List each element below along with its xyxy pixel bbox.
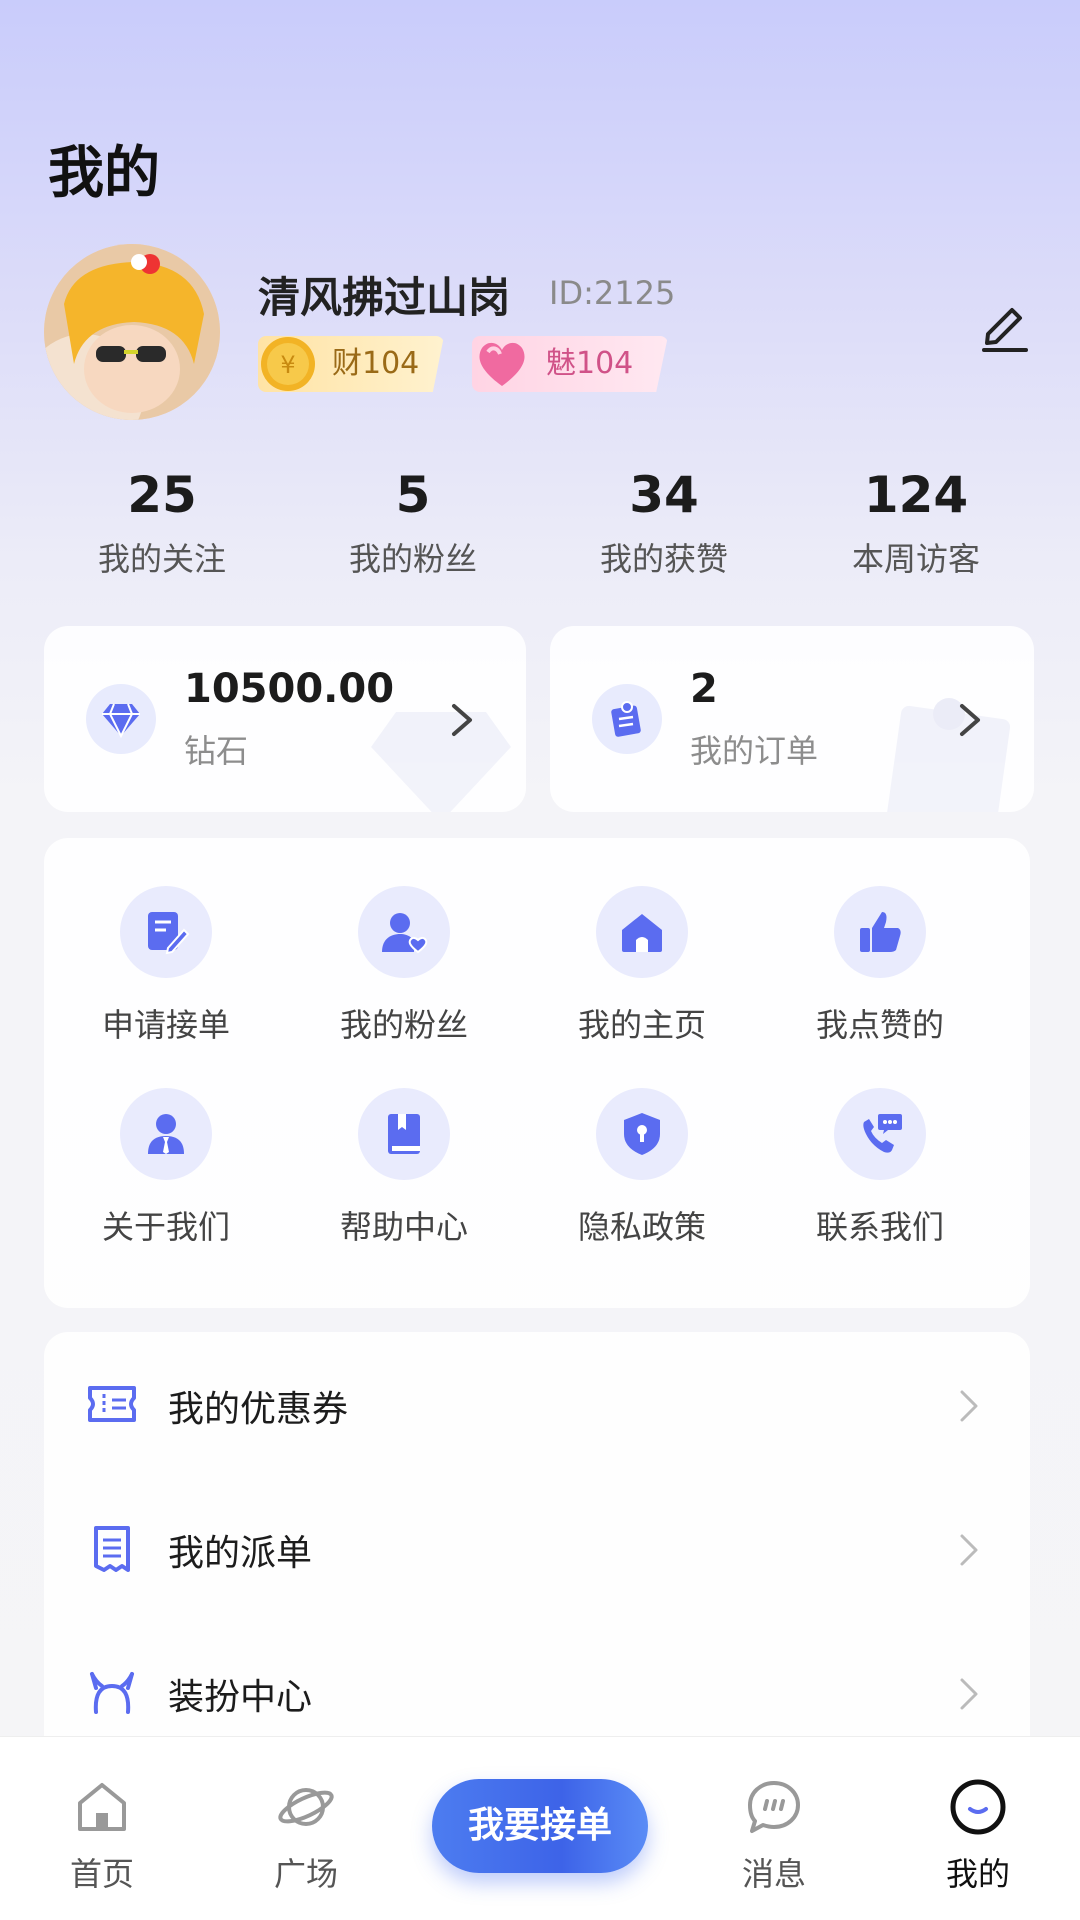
grid-my-homepage[interactable]: 我的主页 — [522, 886, 762, 1046]
list-item-dress-up[interactable]: 装扮中心 — [44, 1620, 1030, 1752]
list-item-label: 装扮中心 — [168, 1677, 313, 1718]
my-orders-card[interactable]: 2 我的订单 — [550, 626, 1034, 812]
svg-text:¥: ¥ — [280, 351, 295, 379]
stat-value: 25 — [127, 466, 197, 524]
diamond-icon — [86, 684, 156, 754]
stat-following[interactable]: 25 我的关注 — [42, 460, 282, 580]
profile-icon — [950, 1779, 1006, 1835]
list-item-label: 我的派单 — [168, 1533, 313, 1574]
tab-home[interactable]: 首页 — [22, 1777, 182, 1895]
help-book-icon — [358, 1088, 450, 1180]
charm-badge: 魅104 — [472, 336, 668, 392]
edit-profile-icon[interactable] — [974, 294, 1034, 354]
tab-label: 我的 — [945, 1855, 1010, 1893]
chevron-right-icon — [960, 704, 980, 736]
feature-grid: 申请接单 我的粉丝 我的主页 我点赞的 关于我们 帮助中心 隐私政策 联系我们 — [44, 838, 1030, 1308]
tab-mine[interactable]: 我的 — [898, 1777, 1058, 1895]
tab-label: 消息 — [741, 1855, 806, 1893]
stat-value: 34 — [629, 466, 699, 524]
stat-fans[interactable]: 5 我的粉丝 — [293, 460, 533, 580]
stat-likes[interactable]: 34 我的获赞 — [544, 460, 784, 580]
grid-label: 我的主页 — [577, 1006, 706, 1044]
list-item-coupons[interactable]: 我的优惠券 — [44, 1332, 1030, 1476]
charm-level: 魅104 — [546, 346, 634, 381]
order-watermark-icon — [886, 698, 1011, 812]
order-label: 我的订单 — [690, 732, 819, 770]
message-icon — [748, 1781, 800, 1833]
stats-row: 25 我的关注 5 我的粉丝 34 我的获赞 124 本周访客 — [0, 460, 1080, 590]
home-icon — [78, 1783, 126, 1831]
grid-apply-order[interactable]: 申请接单 — [46, 886, 286, 1046]
grid-label: 帮助中心 — [339, 1208, 468, 1246]
heart-icon — [479, 342, 525, 386]
stat-label: 我的关注 — [97, 540, 226, 578]
grid-label: 隐私政策 — [577, 1208, 706, 1246]
avatar[interactable] — [44, 244, 220, 420]
about-us-icon — [120, 1088, 212, 1180]
settings-list: 我的优惠券 我的派单 装扮中心 — [44, 1332, 1030, 1752]
stat-value: 5 — [395, 466, 431, 524]
privacy-shield-icon — [596, 1088, 688, 1180]
stat-label: 我的粉丝 — [348, 540, 477, 578]
home-page-icon — [596, 886, 688, 978]
chevron-right-icon — [452, 704, 472, 736]
grid-label: 联系我们 — [815, 1208, 944, 1246]
tab-square[interactable]: 广场 — [226, 1777, 386, 1895]
diamond-balance: 10500.00 — [184, 666, 395, 712]
tab-label: 广场 — [273, 1855, 338, 1893]
grid-label: 关于我们 — [101, 1208, 230, 1246]
grid-contact-us[interactable]: 联系我们 — [760, 1088, 1000, 1248]
planet-icon — [278, 1788, 334, 1826]
tab-label: 首页 — [69, 1855, 134, 1893]
grid-label: 我点赞的 — [815, 1006, 944, 1044]
grid-label: 我的粉丝 — [339, 1006, 468, 1044]
list-item-label: 我的优惠券 — [168, 1389, 349, 1430]
stat-value: 124 — [863, 466, 969, 524]
order-icon — [592, 684, 662, 754]
list-item-dispatch[interactable]: 我的派单 — [44, 1476, 1030, 1620]
order-count: 2 — [690, 666, 718, 712]
diamond-wallet-card[interactable]: 10500.00 钻石 — [44, 626, 526, 812]
grid-label: 申请接单 — [101, 1006, 230, 1044]
wealth-level: 财104 — [332, 346, 420, 381]
dress-up-icon — [90, 1672, 134, 1714]
grid-my-fans[interactable]: 我的粉丝 — [284, 886, 524, 1046]
diamond-label: 钻石 — [184, 732, 249, 770]
page-title: 我的 — [48, 141, 160, 206]
take-order-button[interactable]: 我要接单 — [432, 1779, 648, 1873]
grid-privacy-policy[interactable]: 隐私政策 — [522, 1088, 762, 1248]
bottom-tab-bar: 首页 广场 我要接单 消息 我的 — [0, 1736, 1080, 1920]
dispatch-list-icon — [94, 1526, 130, 1572]
chevron-right-icon — [960, 1678, 978, 1710]
grid-my-likes[interactable]: 我点赞的 — [760, 886, 1000, 1046]
grid-help-center[interactable]: 帮助中心 — [284, 1088, 524, 1248]
thumbs-up-icon — [834, 886, 926, 978]
chevron-right-icon — [960, 1534, 978, 1566]
chevron-right-icon — [960, 1390, 978, 1422]
contact-phone-icon — [834, 1088, 926, 1180]
fans-icon — [358, 886, 450, 978]
gold-coin-icon: ¥ — [261, 337, 315, 391]
nickname: 清风拂过山岗 — [258, 273, 511, 322]
stat-label: 本周访客 — [851, 540, 980, 578]
profile-header: 清风拂过山岗 ID:2125 ¥ 财104 魅104 — [44, 244, 1044, 420]
tab-messages[interactable]: 消息 — [694, 1777, 854, 1895]
stat-visitors[interactable]: 124 本周访客 — [796, 460, 1036, 580]
coupon-icon — [88, 1386, 136, 1422]
stat-label: 我的获赞 — [599, 540, 728, 578]
apply-order-icon — [120, 886, 212, 978]
grid-about-us[interactable]: 关于我们 — [46, 1088, 286, 1248]
user-id: ID:2125 — [549, 274, 676, 312]
wealth-badge: ¥ 财104 — [258, 336, 444, 392]
